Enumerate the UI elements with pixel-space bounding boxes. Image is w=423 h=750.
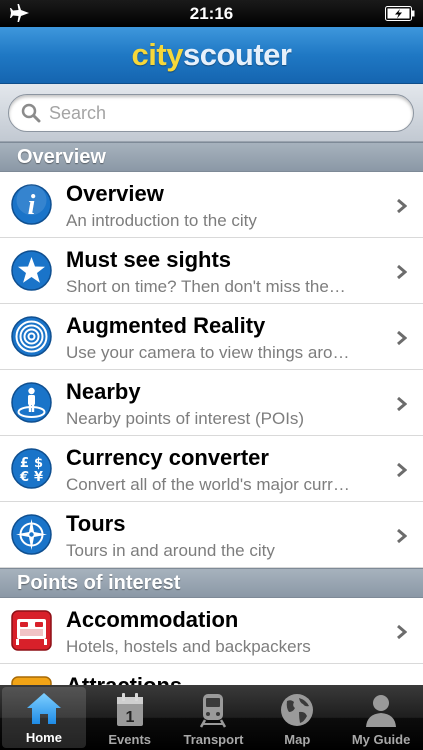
tab-label: Home [25,730,62,745]
compass-icon [11,514,52,555]
app-logo: cityscouter [131,37,292,72]
star-icon [11,250,52,291]
list-item-tours[interactable]: Tours Tours in and around the city [0,502,423,568]
list-item-must-see-sights[interactable]: Must see sights Short on time? Then don'… [0,238,423,304]
tab-bar: Home 1 Events Transport Map My Guide [0,685,423,750]
search-bar [0,84,423,142]
list-item-overview[interactable]: i Overview An introduction to the city [0,172,423,238]
tab-label: Events [108,732,152,747]
list-item-title: Accommodation [66,607,239,632]
list-item-subtitle: An introduction to the city [66,211,257,230]
person-icon [366,695,397,727]
list-item-subtitle: Use your camera to view things aro… [66,343,350,362]
list-item-subtitle: Tours in and around the city [66,541,275,560]
svg-text:1: 1 [125,709,134,726]
list-item-title: Overview [66,181,164,206]
list-item-currency-converter[interactable]: £ $ € ¥ Currency converter Convert all o… [0,436,423,502]
tab-transport[interactable]: Transport [172,685,256,750]
tab-home[interactable]: Home [2,687,86,748]
globe-icon [281,694,314,726]
svg-text:i: i [28,190,36,221]
list-item-title: Attractions [66,673,383,685]
bed-icon [11,610,52,651]
status-bar: 21:16 [0,0,423,27]
airplane-icon [10,4,29,22]
home-icon [26,693,61,724]
list-item-title: Nearby [66,379,141,404]
list-item-title: Augmented Reality [66,313,266,338]
chevron-right-icon [397,462,407,478]
tab-events[interactable]: 1 Events [88,685,172,750]
list-item-nearby[interactable]: Nearby Nearby points of interest (POIs) [0,370,423,436]
battery-icon [385,6,415,21]
chevron-right-icon [397,624,407,640]
svg-text:£: £ [20,456,29,471]
list-item-augmented-reality[interactable]: Augmented Reality Use your camera to vie… [0,304,423,370]
chevron-right-icon [397,330,407,346]
nav-bar: cityscouter [0,27,423,84]
list-item-subtitle: Nearby points of interest (POIs) [66,409,305,428]
search-input[interactable] [49,102,389,124]
list-item-subtitle: Short on time? Then don't miss the… [66,277,346,296]
list-item-accommodation[interactable]: Accommodation Hotels, hostels and backpa… [0,598,423,664]
chevron-right-icon [397,528,407,544]
target-rings-icon [11,316,52,357]
search-icon [21,103,41,123]
list-item-subtitle: Convert all of the world's major curr… [66,475,350,494]
status-time: 21:16 [189,3,234,23]
list-item-title: Currency converter [66,445,269,470]
tab-label: Map [284,732,311,747]
svg-text:¥: ¥ [34,470,43,485]
train-icon [200,694,227,728]
attractions-icon [11,676,52,685]
svg-text:€: € [19,470,29,485]
chevron-right-icon [397,264,407,280]
search-field[interactable] [8,94,414,132]
list-item-title: Must see sights [66,247,232,272]
list-item-title: Tours [66,511,126,536]
section-header-points-of-interest: Points of interest [0,568,423,598]
tab-map[interactable]: Map [255,685,339,750]
tab-label: Transport [183,732,244,747]
list-item-subtitle: Hotels, hostels and backpackers [66,637,311,656]
currency-icon: £ $ € ¥ [11,448,52,489]
list-item-attractions[interactable]: Attractions [0,664,423,685]
calendar-icon: 1 [116,693,143,726]
main-list: Overview i Overview An introduction to t… [0,142,423,685]
chevron-right-icon [397,396,407,412]
tab-label: My Guide [351,732,411,747]
svg-text:$: $ [34,456,43,471]
section-header-overview: Overview [0,142,423,172]
chevron-right-icon [397,198,407,214]
info-icon: i [11,184,52,225]
person-nearby-icon [11,382,52,423]
tab-my-guide[interactable]: My Guide [339,685,423,750]
